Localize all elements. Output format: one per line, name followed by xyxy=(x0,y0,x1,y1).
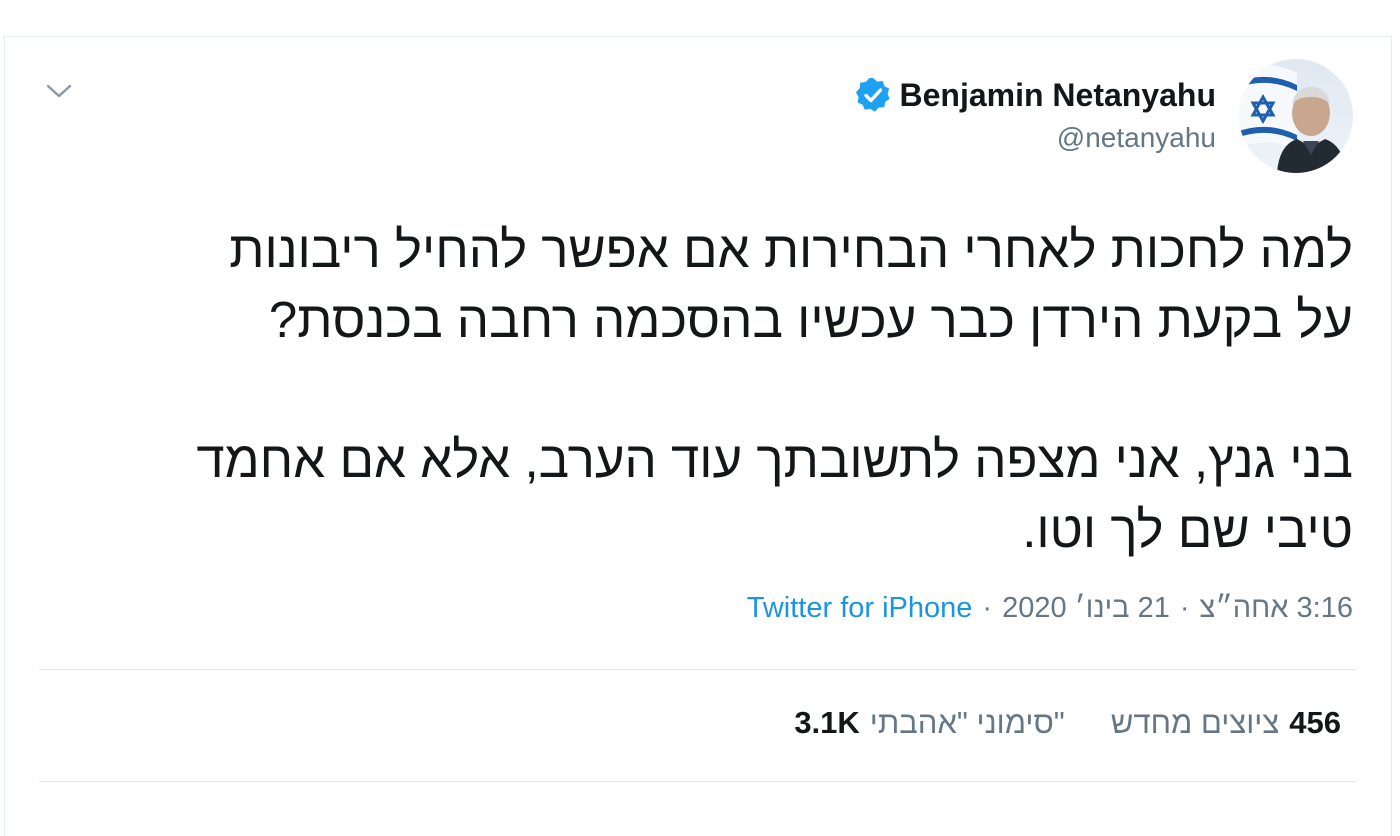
divider xyxy=(39,781,1357,782)
retweets-label: ציוצים מחדש xyxy=(1110,705,1280,740)
tweet-metadata: 3:16 אחה״צ · 21 בינו׳ 2020 · Twitter for… xyxy=(747,592,1353,625)
avatar[interactable] xyxy=(1239,59,1353,173)
tweet-header: Benjamin Netanyahu @netanyahu xyxy=(5,37,1391,187)
likes-stat[interactable]: "סימוני "אהבתי 3.1K xyxy=(794,705,1064,741)
tweet-time[interactable]: 3:16 אחה״צ xyxy=(1200,592,1353,625)
retweets-stat[interactable]: 456 ציוצים מחדש xyxy=(1111,705,1341,741)
meta-separator: · xyxy=(982,592,993,624)
tweet-source-link[interactable]: Twitter for iPhone xyxy=(747,592,973,625)
tweet-card: Benjamin Netanyahu @netanyahu למה לחכות … xyxy=(4,36,1392,836)
profile-photo-icon xyxy=(1239,59,1353,173)
tweet-text-line: למה לחכות לאחרי הבחירות אם אפשר להחיל רי… xyxy=(229,221,1353,278)
tweet-text-line: בני גנץ, אני מצפה לתשובתך עוד הערב, אלא … xyxy=(196,431,1353,488)
author-name-row[interactable]: Benjamin Netanyahu xyxy=(855,75,1216,115)
chevron-down-icon xyxy=(46,84,72,98)
likes-count: 3.1K xyxy=(794,705,860,740)
tweet-text-line: על בקעת הירדן כבר עכשיו בהסכמה רחבה בכנס… xyxy=(268,291,1353,348)
meta-separator: · xyxy=(1179,592,1190,624)
author-display-name[interactable]: Benjamin Netanyahu xyxy=(899,77,1216,114)
author-handle[interactable]: @netanyahu xyxy=(1057,122,1216,154)
tweet-date[interactable]: 21 בינו׳ 2020 xyxy=(1002,592,1170,625)
tweet-stats: 456 ציוצים מחדש "סימוני "אהבתי 3.1K xyxy=(794,705,1341,741)
retweets-count: 456 xyxy=(1289,705,1341,740)
verified-badge-icon xyxy=(856,78,891,112)
tweet-text-line: טיבי שם לך וטו. xyxy=(1022,501,1353,558)
tweet-text: למה לחכות לאחרי הבחירות אם אפשר להחיל רי… xyxy=(35,215,1353,565)
divider xyxy=(39,669,1357,670)
likes-label: "סימוני "אהבתי xyxy=(869,705,1065,740)
more-options-caret[interactable] xyxy=(39,71,79,111)
